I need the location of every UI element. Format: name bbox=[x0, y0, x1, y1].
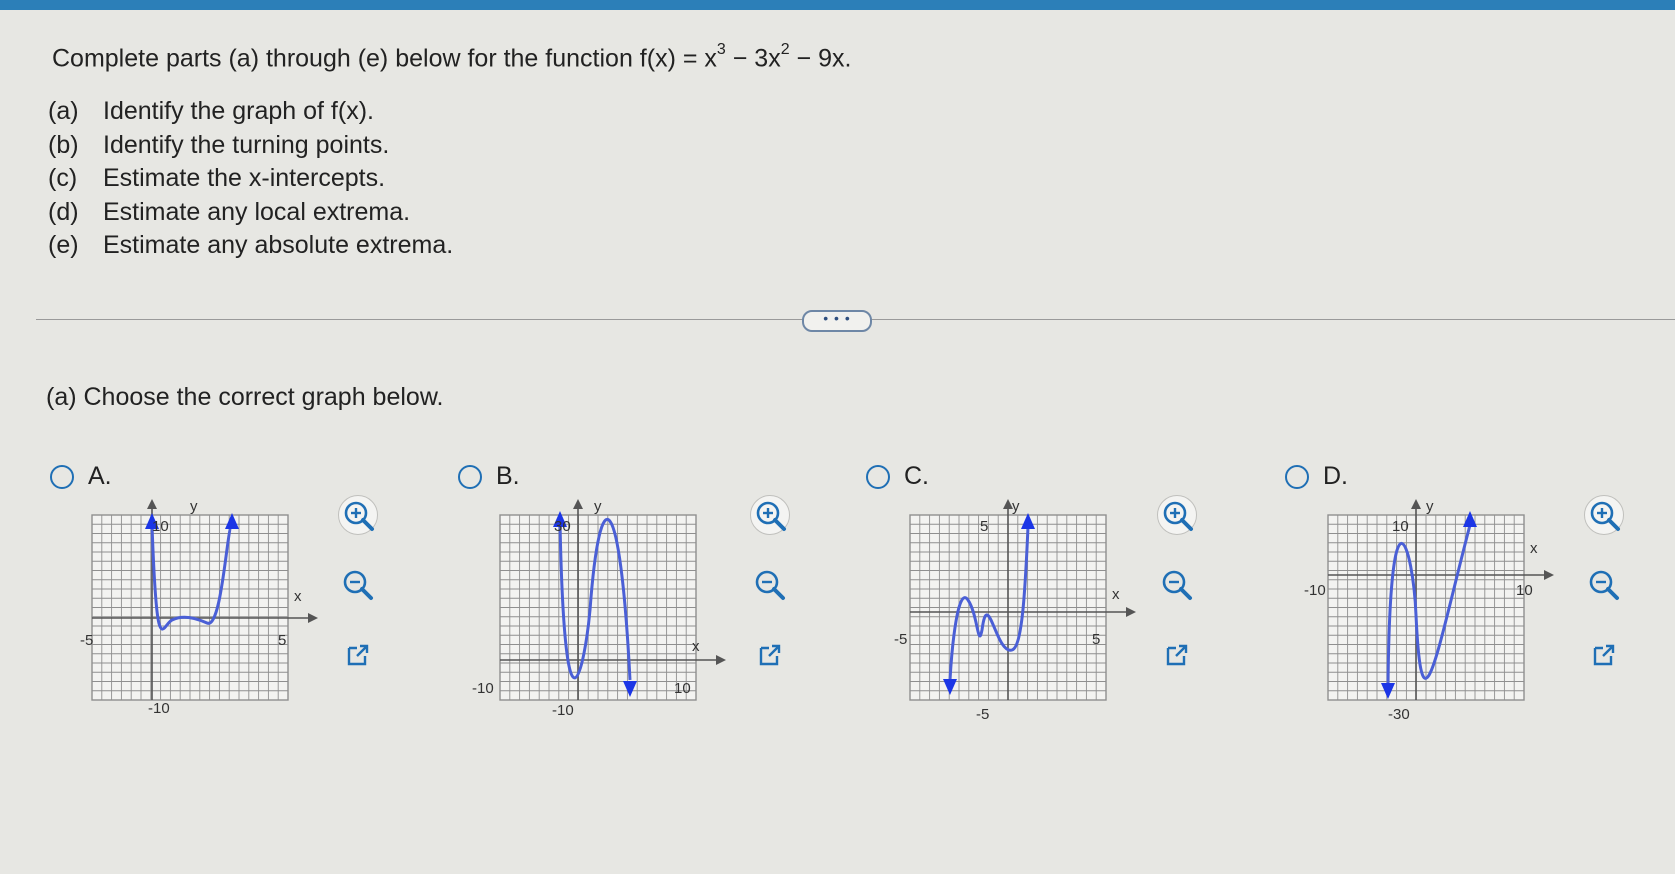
option-a-y-label: y bbox=[190, 498, 198, 515]
open-new-window-icon bbox=[347, 644, 369, 666]
option-b-x-axis-arrow bbox=[716, 655, 726, 665]
zoom-out-icon bbox=[1162, 570, 1192, 600]
option-d-zoom-in-button[interactable] bbox=[1584, 495, 1624, 535]
option-c-graph: y x 5 -5 -5 5 bbox=[894, 498, 1136, 723]
option-b-zoom-out-button[interactable] bbox=[750, 565, 790, 605]
option-b-open-new-window-button[interactable] bbox=[750, 635, 790, 675]
option-d-graph: y x 10 -30 -10 10 bbox=[1304, 498, 1554, 723]
option-a-y-axis-arrow bbox=[147, 499, 157, 509]
zoom-out-icon bbox=[343, 570, 373, 600]
option-c-xmax-tick: 5 bbox=[1092, 631, 1100, 648]
option-b-xmin-tick: -10 bbox=[472, 680, 494, 697]
zoom-in-icon bbox=[756, 501, 786, 531]
part-c: (c) Estimate the x-intercepts. bbox=[48, 164, 386, 192]
option-c-xmin-tick: -5 bbox=[894, 631, 907, 648]
option-b-x-label: x bbox=[692, 638, 700, 655]
option-c-radio[interactable] bbox=[866, 464, 890, 489]
option-c-x-label: x bbox=[1112, 586, 1120, 603]
option-b-ymin-tick: -10 bbox=[552, 702, 574, 719]
option-a-xmin-tick: -5 bbox=[80, 632, 93, 649]
option-d-y-label: y bbox=[1426, 498, 1434, 515]
option-d-y-axis-arrow bbox=[1411, 499, 1421, 509]
option-a-x-label: x bbox=[294, 588, 302, 605]
option-d-ymax-tick: 10 bbox=[1392, 518, 1409, 535]
top-bar bbox=[0, 0, 1675, 10]
option-c-ymin-tick: -5 bbox=[976, 706, 989, 723]
part-b: (b) Identify the turning points. bbox=[48, 130, 390, 159]
zoom-out-icon bbox=[755, 570, 785, 600]
option-b-label: B. bbox=[496, 462, 520, 490]
option-a-ymax-tick: 10 bbox=[152, 518, 169, 535]
option-c-y-label: y bbox=[1012, 498, 1020, 515]
option-d-x-axis-arrow bbox=[1544, 570, 1554, 580]
expand-more-button[interactable]: • • • bbox=[802, 310, 872, 332]
option-a-ymin-tick: -10 bbox=[148, 700, 170, 717]
option-b-graph: y x 30 -10 -10 10 bbox=[472, 498, 726, 719]
option-a-graph: y x 10 -10 -5 5 bbox=[80, 498, 318, 717]
option-b-ymax-tick: 30 bbox=[554, 518, 571, 535]
option-d-zoom-out-button[interactable] bbox=[1584, 565, 1624, 605]
part-e: (e) Estimate any absolute extrema. bbox=[48, 231, 454, 259]
open-new-window-icon bbox=[759, 644, 781, 666]
option-a-zoom-out-button[interactable] bbox=[338, 565, 378, 605]
option-c-zoom-in-button[interactable] bbox=[1157, 495, 1197, 535]
zoom-in-icon bbox=[1163, 501, 1193, 531]
option-b-y-label: y bbox=[594, 498, 602, 515]
option-d-xmin-tick: -10 bbox=[1304, 582, 1326, 599]
option-d-label: D. bbox=[1323, 462, 1348, 490]
option-d-radio[interactable] bbox=[1285, 464, 1309, 489]
question-parts: (a) Identify the graph of f(x). (b) Identi… bbox=[48, 95, 453, 263]
option-b-zoom-in-button[interactable] bbox=[750, 495, 790, 535]
option-d-ymin-tick: -30 bbox=[1388, 706, 1410, 723]
option-c-label: C. bbox=[904, 462, 929, 490]
option-b[interactable]: B. bbox=[458, 462, 520, 491]
part-d: (d) Estimate any local extrema. bbox=[48, 197, 411, 226]
zoom-in-icon bbox=[1590, 501, 1620, 531]
option-d-xmax-tick: 10 bbox=[1516, 582, 1533, 599]
option-a-radio[interactable] bbox=[50, 464, 74, 489]
question-title: Complete parts (a) through (e) below for… bbox=[52, 41, 852, 73]
option-a-x-axis-arrow bbox=[308, 613, 318, 623]
option-d[interactable]: D. bbox=[1285, 462, 1348, 491]
option-a-grid bbox=[91, 514, 289, 701]
zoom-in-icon bbox=[344, 501, 374, 531]
option-a-label: A. bbox=[88, 462, 112, 490]
option-c-zoom-out-button[interactable] bbox=[1157, 565, 1197, 605]
option-d-x-label: x bbox=[1530, 540, 1538, 557]
option-b-y-axis-arrow bbox=[573, 499, 583, 509]
option-a-zoom-in-button[interactable] bbox=[338, 495, 378, 535]
option-b-xmax-tick: 10 bbox=[674, 680, 691, 697]
option-a-xmax-tick: 5 bbox=[278, 632, 286, 649]
option-d-grid bbox=[1327, 514, 1525, 701]
option-c-open-new-window-button[interactable] bbox=[1157, 635, 1197, 675]
part-a: (a) Identify the graph of f(x). bbox=[48, 97, 374, 125]
zoom-out-icon bbox=[1589, 570, 1619, 600]
open-new-window-icon bbox=[1166, 644, 1188, 666]
option-c-ymax-tick: 5 bbox=[980, 518, 988, 535]
option-b-radio[interactable] bbox=[458, 464, 482, 489]
part-a-prompt: (a) Choose the correct graph below. bbox=[46, 383, 444, 411]
option-a[interactable]: A. bbox=[50, 462, 112, 491]
option-c-x-axis-arrow bbox=[1126, 607, 1136, 617]
option-d-open-new-window-button[interactable] bbox=[1584, 635, 1624, 675]
open-new-window-icon bbox=[1593, 644, 1615, 666]
option-c[interactable]: C. bbox=[866, 462, 929, 491]
option-a-open-new-window-button[interactable] bbox=[338, 635, 378, 675]
